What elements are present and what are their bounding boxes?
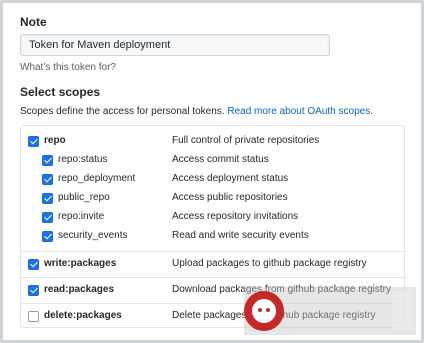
- note-label: Note: [20, 15, 47, 29]
- oauth-scopes-link[interactable]: Read more about OAuth scopes.: [227, 106, 373, 117]
- scope-name-delete-packages: delete:packages: [44, 310, 122, 321]
- scope-name-public-repo: public_repo: [58, 192, 110, 203]
- scope-row-repo-status[interactable]: repo:status Access commit status: [21, 151, 404, 170]
- scope-row-public-repo[interactable]: public_repo Access public repositories: [21, 189, 404, 208]
- scope-group-write-packages: write:packages Upload packages to github…: [21, 252, 404, 278]
- scopes-description-text: Scopes define the access for personal to…: [20, 106, 228, 117]
- scope-row-security-events[interactable]: security_events Read and write security …: [21, 227, 404, 246]
- checkbox-delete-packages[interactable]: [28, 311, 39, 322]
- scope-name-repo-invite: repo:invite: [58, 211, 105, 222]
- checkbox-read-packages[interactable]: [28, 285, 39, 296]
- scopes-description: Scopes define the access for personal to…: [20, 106, 373, 117]
- scope-name-repo: repo: [44, 135, 66, 146]
- scope-row-write-packages[interactable]: write:packages Upload packages to github…: [21, 255, 404, 274]
- scope-desc-repo-deployment: Access deployment status: [172, 173, 289, 184]
- scope-desc-public-repo: Access public repositories: [172, 192, 288, 203]
- checkbox-repo-status[interactable]: [42, 155, 53, 166]
- scope-name-write-packages: write:packages: [44, 258, 117, 269]
- checkbox-write-packages[interactable]: [28, 259, 39, 270]
- scope-name-repo-deployment: repo_deployment: [58, 173, 136, 184]
- scope-name-repo-status: repo:status: [58, 154, 108, 165]
- checkbox-public-repo[interactable]: [42, 193, 53, 204]
- scope-desc-security-events: Read and write security events: [172, 230, 309, 241]
- scope-desc-write-packages: Upload packages to github package regist…: [172, 258, 367, 269]
- scope-desc-repo-invite: Access repository invitations: [172, 211, 299, 222]
- checkbox-repo[interactable]: [28, 136, 39, 147]
- watermark-logo-icon: [244, 291, 284, 331]
- scope-desc-repo: Full control of private repositories: [172, 135, 320, 146]
- checkbox-security-events[interactable]: [42, 231, 53, 242]
- note-hint: What’s this token for?: [20, 62, 116, 73]
- scope-name-read-packages: read:packages: [44, 284, 115, 295]
- scopes-title: Select scopes: [20, 85, 101, 99]
- scope-row-repo-invite[interactable]: repo:invite Access repository invitation…: [21, 208, 404, 227]
- scope-desc-repo-status: Access commit status: [172, 154, 269, 165]
- note-input[interactable]: [20, 34, 330, 56]
- scope-row-repo[interactable]: repo Full control of private repositorie…: [21, 132, 404, 151]
- scope-group-repo: repo Full control of private repositorie…: [21, 126, 404, 252]
- checkbox-repo-deployment[interactable]: [42, 174, 53, 185]
- scope-row-repo-deployment[interactable]: repo_deployment Access deployment status: [21, 170, 404, 189]
- checkbox-repo-invite[interactable]: [42, 212, 53, 223]
- scope-name-security-events: security_events: [58, 230, 128, 241]
- watermark: [244, 287, 416, 335]
